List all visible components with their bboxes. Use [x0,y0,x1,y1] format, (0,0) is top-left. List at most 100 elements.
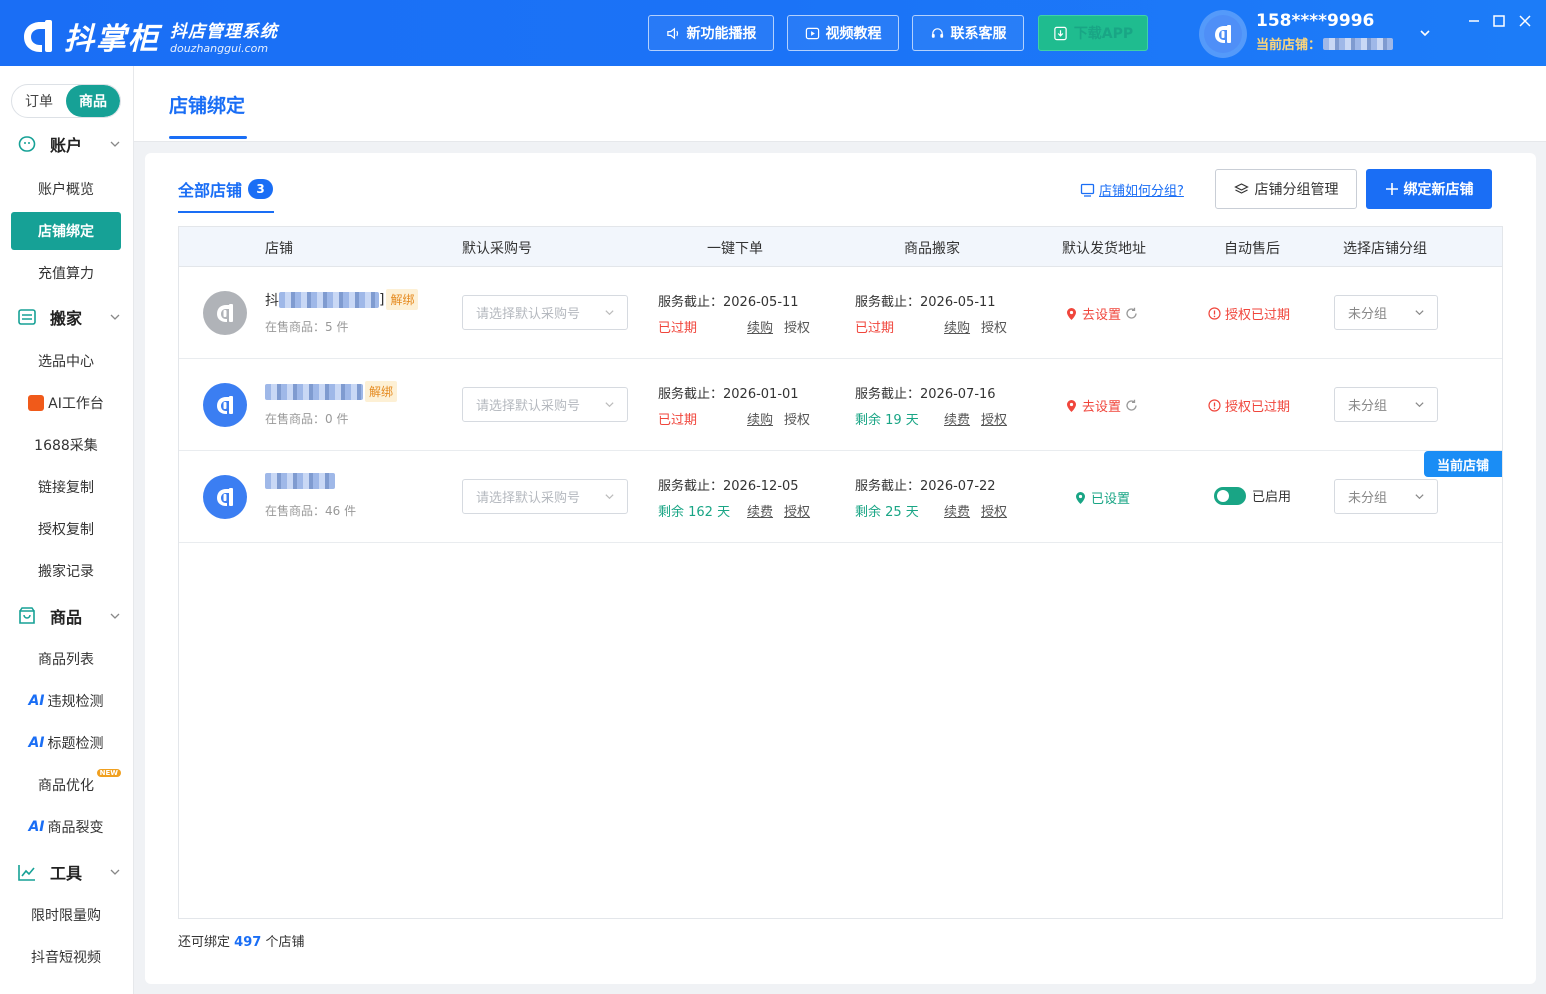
user-phone: 158****9996 [1256,11,1375,31]
ship-address-status: 去设置 [1082,400,1122,415]
chevron-down-icon[interactable] [1418,26,1432,40]
purchase-account-placeholder: 请选择默认采购号 [476,399,581,414]
store-group-select[interactable]: 未分组 [1334,479,1438,514]
bind-new-store-button[interactable]: 绑定新店铺 [1366,169,1492,209]
authorize-link[interactable]: 授权 [981,501,1007,520]
nav-move-records[interactable]: 搬家记录 [11,552,121,590]
renew-link[interactable]: 续购 [747,317,773,336]
close-icon[interactable] [1517,13,1533,29]
auto-after-sale-toggle[interactable] [1214,486,1246,505]
renew-link[interactable]: 续购 [747,409,773,428]
nav-title-check[interactable]: AI 标题检测 [11,724,121,762]
nav-goods-optimize-label: 商品优化 [38,778,94,794]
nav-goods-fission[interactable]: AI 商品裂变 [11,808,121,846]
col-ship-address: 默认发货地址 [1062,241,1146,257]
nav-1688-collect[interactable]: 1688采集 [11,426,121,464]
table-row: 抖 ] 解绑 在售商品：5 件 请选择默认采购号 服务截止：2026-05-11… [179,267,1502,359]
nav-douyin-video[interactable]: 抖音短视频 [11,938,121,976]
authorize-link[interactable]: 授权 [784,317,810,336]
nav-group-account[interactable]: 账户 [0,124,134,164]
auto-after-sale-status[interactable]: 已启用 [1214,486,1291,505]
nav-group-goods[interactable]: 商品 [0,596,134,636]
auto-after-sale-label: 授权已过期 [1225,400,1291,415]
nav-link-copy[interactable]: 链接复制 [11,468,121,506]
renew-link[interactable]: 续费 [747,501,773,520]
feature-news-label: 新功能播报 [686,26,757,42]
purchase-account-select[interactable]: 请选择默认采购号 [462,295,628,330]
group-manage-button[interactable]: 店铺分组管理 [1215,169,1357,209]
chevron-down-icon [110,314,120,320]
tab-underline [178,211,274,213]
video-tutorial-button[interactable]: 视频教程 [787,15,899,51]
authorize-link[interactable]: 授权 [981,317,1007,336]
nav-recharge[interactable]: 充值算力 [11,254,121,292]
ship-address-setting[interactable]: 去设置 [1065,396,1138,415]
chevron-down-icon [110,869,120,875]
nav-auth-copy[interactable]: 授权复制 [11,510,121,548]
nav-store-binding[interactable]: 店铺绑定 [11,212,121,250]
authorize-link[interactable]: 授权 [784,409,810,428]
nav-goods-list[interactable]: 商品列表 [11,640,121,678]
user-avatar[interactable] [1199,10,1247,58]
purchase-account-select[interactable]: 请选择默认采购号 [462,387,628,422]
on-sale-count: 在售商品：0 件 [265,412,349,426]
auto-after-sale-status[interactable]: 授权已过期 [1208,304,1290,323]
download-app-button[interactable]: 下载APP [1038,15,1148,51]
group-help-link[interactable]: 店铺如何分组? [1080,180,1184,199]
bind-new-store-label: 绑定新店铺 [1403,182,1474,198]
nav-group-move[interactable]: 搬家 [0,297,134,337]
service-status: 剩余 19 天 [855,413,919,428]
store-name [265,473,335,489]
ship-address-setting[interactable]: 去设置 [1065,304,1138,323]
new-badge: NEW [96,769,121,777]
maximize-icon[interactable] [1491,13,1507,29]
purchase-account-select[interactable]: 请选择默认采购号 [462,479,628,514]
renew-link[interactable]: 续费 [944,409,970,428]
nav-ai-workbench[interactable]: AI工作台 [11,384,121,422]
nav-group-tools[interactable]: 工具 [0,852,134,892]
store-count-badge: 3 [248,179,274,199]
renew-link[interactable]: 续费 [944,501,970,520]
tab-all-stores[interactable]: 全部店铺 3 [178,177,274,201]
chevron-down-icon [605,494,614,500]
nav-account-overview[interactable]: 账户概览 [11,170,121,208]
feature-news-button[interactable]: 新功能播报 [648,15,774,51]
segment-goods[interactable]: 商品 [66,85,120,117]
store-group-select[interactable]: 未分组 [1334,387,1438,422]
col-store-group: 选择店铺分组 [1343,241,1427,257]
service-deadline: 服务截止：2026-05-11 [658,295,799,310]
minimize-icon[interactable] [1466,13,1482,29]
nav-violation-check[interactable]: AI 违规检测 [11,682,121,720]
sidebar: 订单 商品 账户 账户概览 店铺绑定 充值算力 搬家 选品中心 AI工作台 16… [0,66,134,994]
page-header: 店铺绑定 [134,66,1546,142]
brand-name: 抖掌柜 [64,22,160,57]
ship-address-status: 已设置 [1091,492,1131,507]
auto-after-sale-status[interactable]: 授权已过期 [1208,396,1290,415]
video-tutorial-label: 视频教程 [825,26,882,42]
refresh-icon[interactable] [1125,307,1138,320]
service-deadline: 服务截止：2026-01-01 [658,387,799,402]
service-deadline: 服务截止：2026-12-05 [658,479,799,494]
contact-support-button[interactable]: 联系客服 [912,15,1024,51]
ai-icon: AI [28,735,45,751]
authorize-link[interactable]: 授权 [981,409,1007,428]
module-switch: 订单 商品 [11,84,121,118]
nav-flash-sale[interactable]: 限时限量购 [11,896,121,934]
tab-all-stores-label: 全部店铺 [178,181,243,200]
unbind-button[interactable]: 解绑 [386,289,419,310]
ai-icon: AI [28,693,45,709]
ship-address-setting[interactable]: 已设置 [1074,488,1130,507]
unbind-button[interactable]: 解绑 [365,381,398,402]
brand-url: douzhanggui.com [170,42,269,55]
nav-goods-optimize[interactable]: 商品优化 NEW [11,766,121,804]
store-logo-icon [217,488,233,506]
on-sale-count: 在售商品：46 件 [265,504,357,518]
store-group-select[interactable]: 未分组 [1334,295,1438,330]
store-logo-icon [1215,25,1231,43]
renew-link[interactable]: 续购 [944,317,970,336]
plus-icon [1385,183,1398,195]
refresh-icon[interactable] [1125,399,1138,412]
authorize-link[interactable]: 授权 [784,501,810,520]
nav-select-center[interactable]: 选品中心 [11,342,121,380]
segment-orders[interactable]: 订单 [12,85,66,117]
